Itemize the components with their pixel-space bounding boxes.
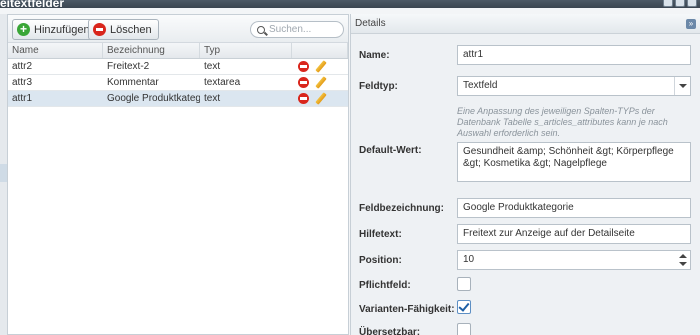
- column-header-actions: [292, 43, 348, 58]
- collapse-panel-icon[interactable]: »: [686, 19, 696, 29]
- delete-row-icon[interactable]: [298, 77, 309, 88]
- cell-name: attr1: [12, 93, 33, 104]
- window-title: eitextfelder: [0, 0, 65, 10]
- cell-label: Google Produktkatego...: [107, 93, 200, 104]
- position-stepper[interactable]: 10: [457, 250, 691, 270]
- cell-label: Kommentar: [107, 77, 159, 88]
- row-actions: [292, 59, 348, 74]
- cell-name: attr3: [12, 77, 33, 88]
- window-controls: [663, 0, 697, 7]
- caption-field[interactable]: Google Produktkategorie: [457, 198, 691, 218]
- plus-icon: +: [17, 23, 30, 36]
- table-row-selected[interactable]: attr1 Google Produktkatego... text: [8, 91, 348, 107]
- delete-button[interactable]: Löschen: [88, 19, 159, 40]
- caption-label: Feldbezeichnung:: [359, 203, 444, 214]
- position-label: Position:: [359, 255, 402, 266]
- fields-grid: Name Bezeichnung Typ attr2 Freitext-2 te…: [8, 43, 348, 107]
- spinner-icon[interactable]: [676, 251, 690, 269]
- left-edge-strip: [0, 14, 7, 335]
- chevron-down-icon[interactable]: [674, 77, 690, 95]
- type-label: Feldtyp:: [359, 81, 398, 92]
- variant-label: Varianten-Fähigkeit:: [359, 304, 455, 315]
- grid-toolbar: + Hinzufügen Löschen: [8, 15, 348, 43]
- type-select-value: Textfeld: [463, 80, 498, 91]
- variant-checkbox[interactable]: [457, 300, 471, 314]
- delete-button-label: Löschen: [110, 23, 152, 36]
- default-value-textarea[interactable]: Gesundheit &amp; Schönheit &gt; Körperpf…: [457, 142, 691, 182]
- fields-panel: + Hinzufügen Löschen Name Bezeichnung Ty…: [7, 14, 349, 335]
- cell-type: text: [204, 93, 221, 104]
- helptext-field[interactable]: Freitext zur Anzeige auf der Detailseite: [457, 224, 691, 244]
- edit-pencil-icon[interactable]: [315, 77, 327, 89]
- row-actions: [292, 91, 348, 106]
- name-field[interactable]: attr1: [457, 45, 691, 65]
- delete-row-icon[interactable]: [298, 61, 309, 72]
- details-title: Details: [355, 18, 386, 29]
- add-button-label: Hinzufügen: [34, 23, 90, 36]
- delete-row-icon[interactable]: [298, 93, 309, 104]
- close-icon[interactable]: [687, 0, 697, 7]
- maximize-icon[interactable]: [675, 0, 685, 7]
- column-header-name[interactable]: Name: [8, 43, 103, 58]
- column-header-type[interactable]: Typ: [200, 43, 292, 58]
- details-panel: Details » Name: attr1 Feldtyp: Textfeld …: [350, 14, 700, 335]
- required-checkbox[interactable]: [457, 277, 471, 291]
- minus-icon: [93, 23, 106, 36]
- type-select[interactable]: Textfeld: [457, 76, 691, 96]
- search-box[interactable]: [250, 21, 344, 38]
- helptext-label: Hilfetext:: [359, 229, 402, 240]
- edit-pencil-icon[interactable]: [315, 93, 327, 105]
- translatable-label: Übersetzbar:: [359, 327, 421, 335]
- add-button[interactable]: + Hinzufügen: [12, 19, 97, 40]
- row-actions: [292, 75, 348, 90]
- search-icon: [257, 25, 265, 34]
- table-row[interactable]: attr3 Kommentar textarea: [8, 75, 348, 91]
- details-header: Details »: [351, 14, 700, 34]
- cell-label: Freitext-2: [107, 61, 150, 72]
- window-titlebar: eitextfelder: [0, 0, 700, 10]
- column-header-label[interactable]: Bezeichnung: [103, 43, 200, 58]
- position-value: 10: [463, 254, 475, 265]
- edge-selection: [0, 164, 7, 182]
- type-help-text: Eine Anpassung des jeweiligen Spalten-TY…: [457, 106, 668, 138]
- required-label: Pflichtfeld:: [359, 280, 411, 291]
- table-row[interactable]: attr2 Freitext-2 text: [8, 59, 348, 75]
- edit-pencil-icon[interactable]: [315, 61, 327, 73]
- cell-name: attr2: [12, 61, 33, 72]
- cell-type: textarea: [204, 77, 241, 88]
- search-input[interactable]: [269, 24, 339, 35]
- translatable-checkbox[interactable]: [457, 323, 471, 335]
- name-label: Name:: [359, 50, 390, 61]
- grid-header: Name Bezeichnung Typ: [8, 43, 348, 59]
- minimize-icon[interactable]: [663, 0, 673, 7]
- cell-type: text: [204, 61, 221, 72]
- default-value-label: Default-Wert:: [359, 145, 422, 156]
